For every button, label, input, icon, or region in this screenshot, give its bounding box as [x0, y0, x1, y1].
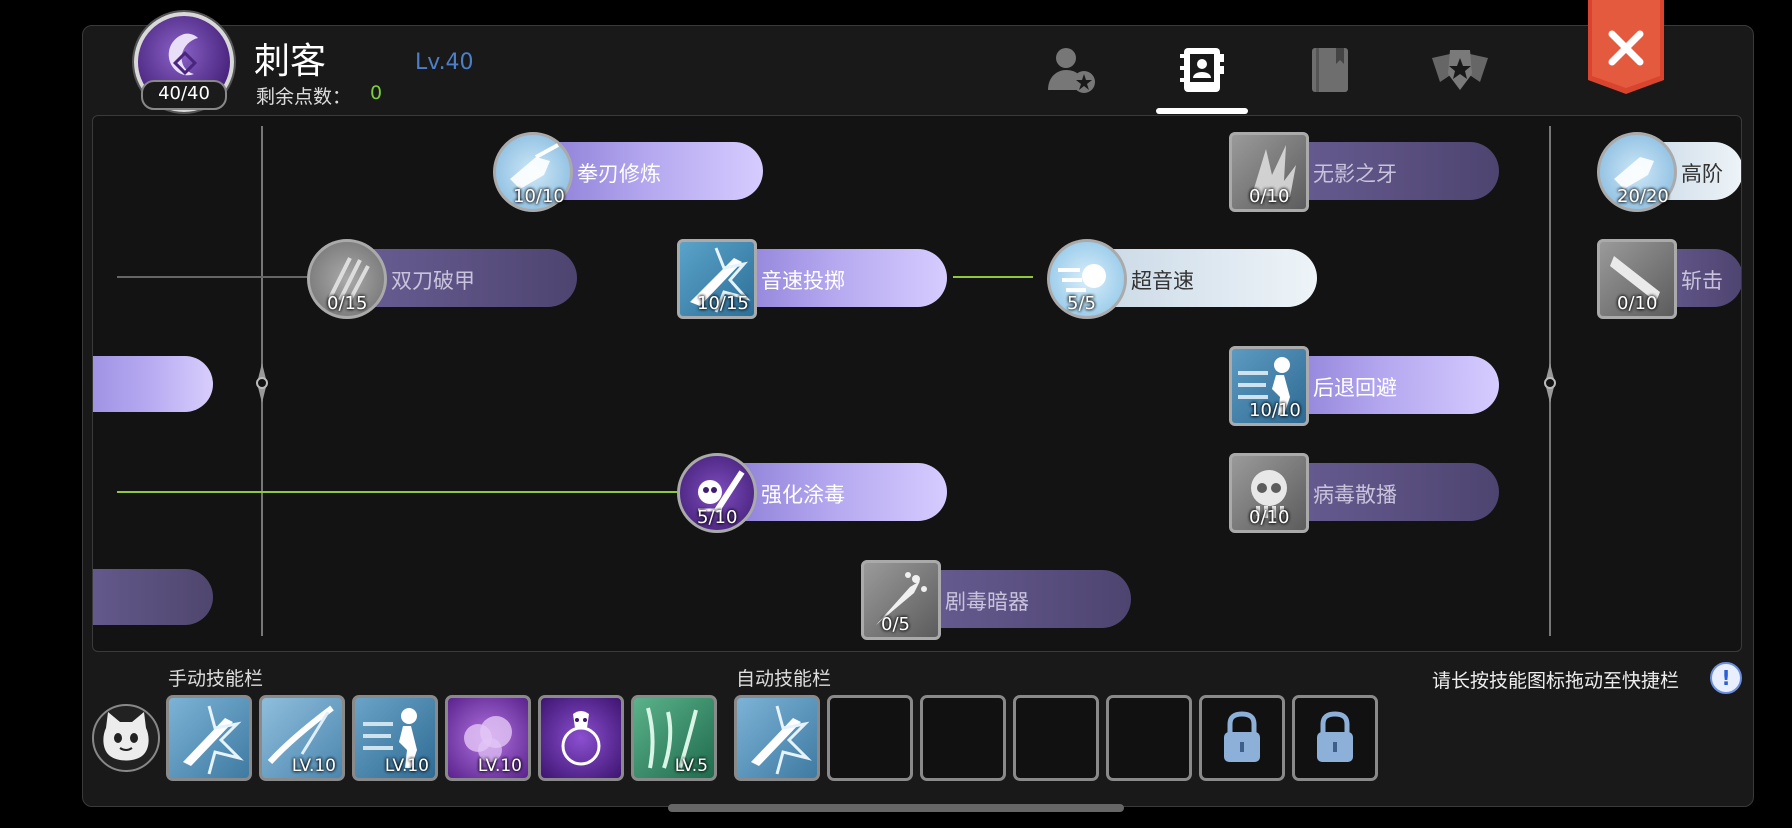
auto-slot-1[interactable] [734, 695, 820, 781]
class-name: 刺客 [254, 41, 327, 82]
skill-name: 高阶 [1681, 162, 1723, 186]
sword-burst-icon [751, 705, 812, 775]
divider-ornament-icon [256, 363, 268, 403]
skill-level: 10/15 [697, 293, 749, 314]
skill-name: 斩击 [1681, 269, 1723, 293]
tab-emblem[interactable] [1430, 40, 1490, 100]
skill-link [117, 491, 707, 493]
skill-ju-du[interactable]: 剧毒暗器 0/5 [861, 560, 1131, 640]
slot-level: LV.10 [477, 756, 522, 776]
skill-level: 0/10 [1617, 293, 1658, 314]
auto-slot-2[interactable] [827, 695, 913, 781]
skill-name: 病毒散播 [1313, 483, 1397, 507]
skill-level: 10/10 [513, 186, 565, 207]
skill-link [117, 276, 317, 278]
skill-level: 0/10 [1249, 186, 1290, 207]
skill-hou-tui[interactable]: 后退回避 10/10 [1229, 346, 1499, 426]
tab-book[interactable] [1300, 40, 1360, 100]
skill-tree[interactable]: 拳刃修炼 10/10 双刀破甲 0/15 音速投掷 10/15 超音速 5/5 [92, 115, 1742, 652]
manual-slot-1[interactable] [166, 695, 252, 781]
slot-level: LV.5 [674, 756, 708, 776]
sword-burst-icon [183, 705, 244, 775]
skill-level: 0/5 [881, 614, 910, 635]
class-points: 40/40 [141, 80, 227, 110]
remaining-points-label: 剩余点数： [256, 86, 352, 108]
skill-bing-du[interactable]: 病毒散播 0/10 [1229, 453, 1499, 533]
skill-name: 后退回避 [1313, 376, 1397, 400]
lock-icon [1317, 711, 1353, 762]
skill-name: 无影之牙 [1313, 162, 1397, 186]
auto-slot-7-locked[interactable] [1292, 695, 1378, 781]
person-star-icon [1048, 48, 1095, 93]
active-tab-indicator [1156, 108, 1248, 114]
skill-level: 0/15 [327, 293, 368, 314]
divider-ornament-icon [1544, 363, 1556, 403]
lock-icon [1224, 711, 1260, 762]
auto-slot-5[interactable] [1106, 695, 1192, 781]
remaining-points-value: 0 [370, 82, 383, 104]
close-icon [1588, 0, 1664, 94]
auto-slot-4[interactable] [1013, 695, 1099, 781]
skill-name: 双刀破甲 [391, 269, 475, 293]
skill-level: 20/20 [1617, 186, 1669, 207]
skill-gao-jie[interactable]: 高阶 20/20 [1597, 132, 1741, 212]
contact-book-icon [1180, 48, 1224, 92]
cat-avatar-button[interactable] [92, 704, 160, 772]
offscreen-skill[interactable] [93, 569, 213, 625]
skill-level: 5/10 [697, 507, 738, 528]
info-icon[interactable]: ! [1710, 662, 1742, 694]
tab-character[interactable] [1042, 40, 1102, 100]
auto-slot-3[interactable] [920, 695, 1006, 781]
skill-level: 10/10 [1249, 400, 1301, 421]
skill-wu-ying[interactable]: 无影之牙 0/10 [1229, 132, 1499, 212]
skill-level: 0/10 [1249, 507, 1290, 528]
auto-skill-bar-label: 自动技能栏 [736, 668, 832, 690]
drag-hint: 请长按技能图标拖动至快捷栏 [1432, 670, 1680, 692]
skill-name: 音速投掷 [761, 269, 845, 293]
offscreen-skill[interactable] [93, 356, 213, 412]
skill-name: 超音速 [1131, 269, 1194, 293]
tab-skills[interactable] [1172, 40, 1232, 100]
cat-face-icon [103, 712, 149, 761]
poison-flask-icon [561, 711, 601, 766]
winged-shield-icon [1432, 50, 1488, 90]
skill-chao-yin-su[interactable]: 超音速 5/5 [1047, 239, 1317, 319]
skill-shuang-dao[interactable]: 双刀破甲 0/15 [307, 239, 577, 319]
manual-slot-2[interactable]: LV.10 [259, 695, 345, 781]
manual-slot-6[interactable]: LV.5 [631, 695, 717, 781]
skill-quan-ren[interactable]: 拳刃修炼 10/10 [493, 132, 763, 212]
close-button[interactable] [1588, 0, 1664, 94]
skill-qiang-hua[interactable]: 强化涂毒 5/10 [677, 453, 947, 533]
book-icon [1312, 48, 1348, 92]
class-level: Lv.40 [415, 50, 474, 75]
manual-slot-4[interactable]: LV.10 [445, 695, 531, 781]
slot-level: LV.10 [291, 756, 336, 776]
skill-link [953, 276, 1033, 278]
manual-slot-3[interactable]: LV.10 [352, 695, 438, 781]
manual-skill-bar-label: 手动技能栏 [168, 668, 264, 690]
skill-name: 剧毒暗器 [945, 590, 1029, 614]
slot-level: LV.10 [384, 756, 429, 776]
manual-slot-5[interactable] [538, 695, 624, 781]
skill-name: 强化涂毒 [761, 483, 845, 507]
skill-zhan-ji[interactable]: 斩击 0/10 [1597, 239, 1741, 319]
home-indicator [668, 804, 1124, 812]
skill-yin-su[interactable]: 音速投掷 10/15 [677, 239, 947, 319]
skill-name: 拳刃修炼 [577, 162, 661, 186]
auto-slot-6-locked[interactable] [1199, 695, 1285, 781]
skill-level: 5/5 [1067, 293, 1096, 314]
